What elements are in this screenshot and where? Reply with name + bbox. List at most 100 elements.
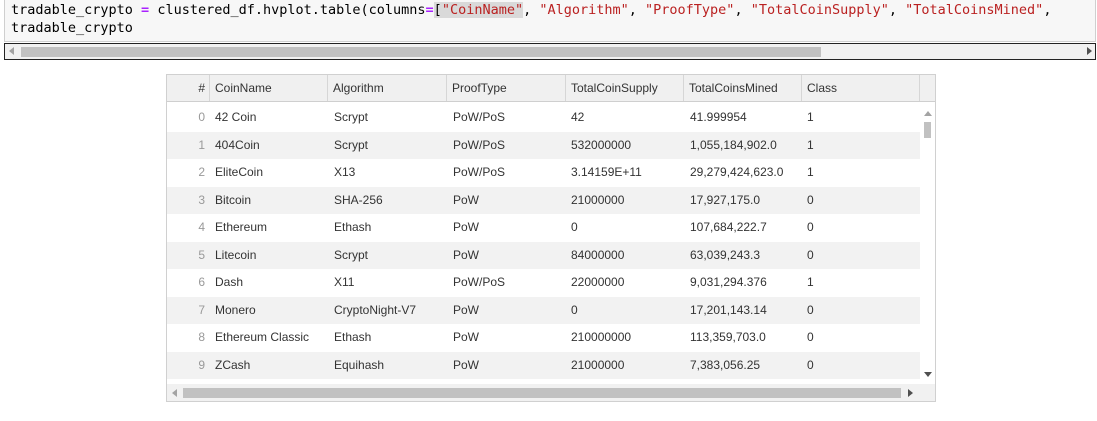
cell-algorithm: Ethash bbox=[334, 220, 372, 234]
cell-totalcoinsmined: 17,927,175.0 bbox=[690, 192, 761, 207]
table-row[interactable]: 6 Dash X11 PoW/PoS 22000000 9,031,294.376 1 bbox=[167, 269, 920, 297]
cell-algorithm: Ethash bbox=[334, 330, 372, 344]
cell-algorithm: Scrypt bbox=[334, 110, 369, 124]
cell-prooftype: PoW bbox=[453, 330, 480, 344]
code-assign-operator: = bbox=[132, 2, 158, 18]
cell-totalcoinsupply: 532000000 bbox=[571, 137, 632, 152]
cell-prooftype: PoW/PoS bbox=[453, 275, 506, 289]
cell-class: 0 bbox=[807, 330, 814, 344]
cell-class: 1 bbox=[807, 165, 814, 179]
code-separator: , bbox=[628, 2, 646, 18]
table-row[interactable]: 7 Monero CryptoNight-V7 PoW 0 17,201,143.14 0 bbox=[167, 296, 920, 324]
cell-prooftype: PoW bbox=[453, 220, 480, 234]
row-index: 0 bbox=[198, 110, 205, 124]
cell-coinname: Ethereum Classic bbox=[215, 330, 310, 344]
code-string: "ProofType" bbox=[645, 2, 735, 18]
table-vertical-scrollbar[interactable] bbox=[920, 104, 935, 380]
table-row[interactable]: 9 ZCash Equihash PoW 21000000 7,383,056.25 0 bbox=[167, 351, 920, 379]
cell-coinname: Litecoin bbox=[215, 247, 257, 262]
row-index: 3 bbox=[198, 192, 205, 207]
cell-totalcoinsupply: 21000000 bbox=[571, 357, 625, 372]
column-header-prooftype[interactable]: ProofType bbox=[447, 75, 566, 101]
cell-class: 0 bbox=[807, 302, 814, 317]
code-string: "CoinName" bbox=[441, 2, 524, 18]
code-line-1: tradable_crypto = clustered_df.hvplot.ta… bbox=[11, 2, 1060, 18]
table-hscroll-thumb[interactable] bbox=[183, 388, 901, 398]
cell-coinname: 404Coin bbox=[215, 137, 260, 152]
code-separator: , bbox=[523, 2, 540, 18]
cell-algorithm: X11 bbox=[334, 275, 355, 289]
cell-totalcoinsmined: 113,359,703.0 bbox=[690, 330, 766, 344]
cell-totalcoinsmined: 29,279,424,623.0 bbox=[690, 165, 784, 179]
column-header-index[interactable]: # bbox=[167, 75, 210, 101]
column-header-algorithm[interactable]: Algorithm bbox=[328, 75, 447, 101]
cell-totalcoinsmined: 41.999954 bbox=[690, 110, 747, 124]
table-row[interactable]: 0 42 Coin Scrypt PoW/PoS 42 41.999954 1 bbox=[167, 104, 920, 132]
data-table[interactable]: # CoinName Algorithm ProofType TotalCoin… bbox=[166, 74, 936, 402]
table-header: # CoinName Algorithm ProofType TotalCoin… bbox=[167, 75, 935, 102]
code-scrollbar-thumb[interactable] bbox=[21, 47, 821, 57]
cell-totalcoinsupply: 22000000 bbox=[571, 275, 625, 289]
scroll-left-arrow-icon[interactable] bbox=[9, 47, 14, 55]
cell-totalcoinsmined: 107,684,222.7 bbox=[690, 220, 767, 234]
cell-algorithm: SHA-256 bbox=[334, 192, 383, 207]
table-row[interactable]: 5 Litecoin Scrypt PoW 84000000 63,039,243.3 0 bbox=[167, 241, 920, 269]
code-horizontal-scrollbar[interactable] bbox=[4, 43, 1096, 60]
row-index: 9 bbox=[198, 357, 205, 372]
table-row[interactable]: 8 Ethereum Classic Ethash PoW 210000000 113,3… bbox=[167, 324, 920, 352]
row-index: 4 bbox=[198, 220, 205, 234]
scroll-up-arrow-icon[interactable] bbox=[924, 111, 932, 116]
cell-algorithm: Scrypt bbox=[334, 247, 369, 262]
cell-totalcoinsupply: 84000000 bbox=[571, 247, 625, 262]
column-header-coinname[interactable]: CoinName bbox=[210, 75, 328, 101]
cell-totalcoinsmined: 17,201,143.14 bbox=[690, 302, 767, 317]
scroll-left-arrow-icon[interactable] bbox=[172, 389, 177, 397]
cell-class: 1 bbox=[807, 275, 814, 289]
code-string: "TotalCoinsMined" bbox=[905, 2, 1044, 18]
cell-coinname: 42 Coin bbox=[215, 110, 257, 124]
cell-coinname: Ethereum bbox=[215, 220, 268, 234]
cell-prooftype: PoW bbox=[453, 192, 480, 207]
column-header-class[interactable]: Class bbox=[802, 75, 920, 101]
cell-prooftype: PoW bbox=[453, 357, 480, 372]
scroll-down-arrow-icon[interactable] bbox=[924, 372, 932, 377]
code-call: clustered_df.hvplot.table(columns bbox=[157, 2, 426, 18]
cell-prooftype: PoW/PoS bbox=[453, 137, 506, 152]
cell-coinname: Bitcoin bbox=[215, 192, 252, 207]
table-row[interactable]: 3 Bitcoin SHA-256 PoW 21000000 17,927,175.0 0 bbox=[167, 186, 920, 214]
code-editor[interactable]: tradable_crypto = clustered_df.hvplot.ta… bbox=[4, 0, 1096, 42]
table-horizontal-scrollbar[interactable] bbox=[167, 384, 935, 401]
column-header-totalcoinsupply[interactable]: TotalCoinSupply bbox=[566, 75, 684, 101]
scroll-right-arrow-icon[interactable] bbox=[1087, 47, 1092, 55]
cell-totalcoinsupply: 42 bbox=[571, 110, 585, 124]
code-kwarg-operator: = bbox=[425, 2, 434, 18]
table-vscroll-thumb[interactable] bbox=[924, 122, 931, 138]
table-row[interactable]: 4 Ethereum Ethash PoW 0 107,684,222.7 0 bbox=[167, 214, 920, 242]
code-open-bracket: [ bbox=[433, 2, 442, 18]
cell-totalcoinsmined: 1,055,184,902.0 bbox=[690, 137, 777, 152]
row-index: 6 bbox=[198, 275, 205, 289]
row-index: 8 bbox=[198, 330, 205, 344]
cell-coinname: Monero bbox=[215, 302, 256, 317]
code-separator: , bbox=[734, 2, 751, 18]
row-index: 2 bbox=[198, 165, 205, 179]
cell-totalcoinsupply: 3.14159E+11 bbox=[571, 165, 642, 179]
code-line-2: tradable_crypto bbox=[11, 20, 133, 36]
code-separator: , bbox=[1043, 2, 1060, 18]
cell-totalcoinsmined: 9,031,294.376 bbox=[690, 275, 767, 289]
cell-algorithm: X13 bbox=[334, 165, 356, 179]
code-cell[interactable]: tradable_crypto = clustered_df.hvplot.ta… bbox=[0, 0, 1097, 62]
cell-algorithm: Equihash bbox=[334, 357, 385, 372]
table-row[interactable]: 1 404Coin Scrypt PoW/PoS 532000000 1,055,184,… bbox=[167, 131, 920, 159]
cell-totalcoinsupply: 21000000 bbox=[571, 192, 625, 207]
code-string: "Algorithm" bbox=[539, 2, 629, 18]
scroll-right-arrow-icon[interactable] bbox=[908, 389, 913, 397]
cell-class: 0 bbox=[807, 192, 814, 207]
cell-coinname: EliteCoin bbox=[215, 165, 264, 179]
cell-class: 1 bbox=[807, 137, 814, 152]
table-row[interactable]: 2 EliteCoin X13 PoW/PoS 3.14159E+11 29,279,42… bbox=[167, 159, 920, 187]
cell-totalcoinsupply: 210000000 bbox=[571, 330, 632, 344]
column-header-totalcoinsmined[interactable]: TotalCoinsMined bbox=[684, 75, 802, 101]
cell-prooftype: PoW/PoS bbox=[453, 165, 506, 179]
code-variable: tradable_crypto bbox=[11, 2, 133, 18]
